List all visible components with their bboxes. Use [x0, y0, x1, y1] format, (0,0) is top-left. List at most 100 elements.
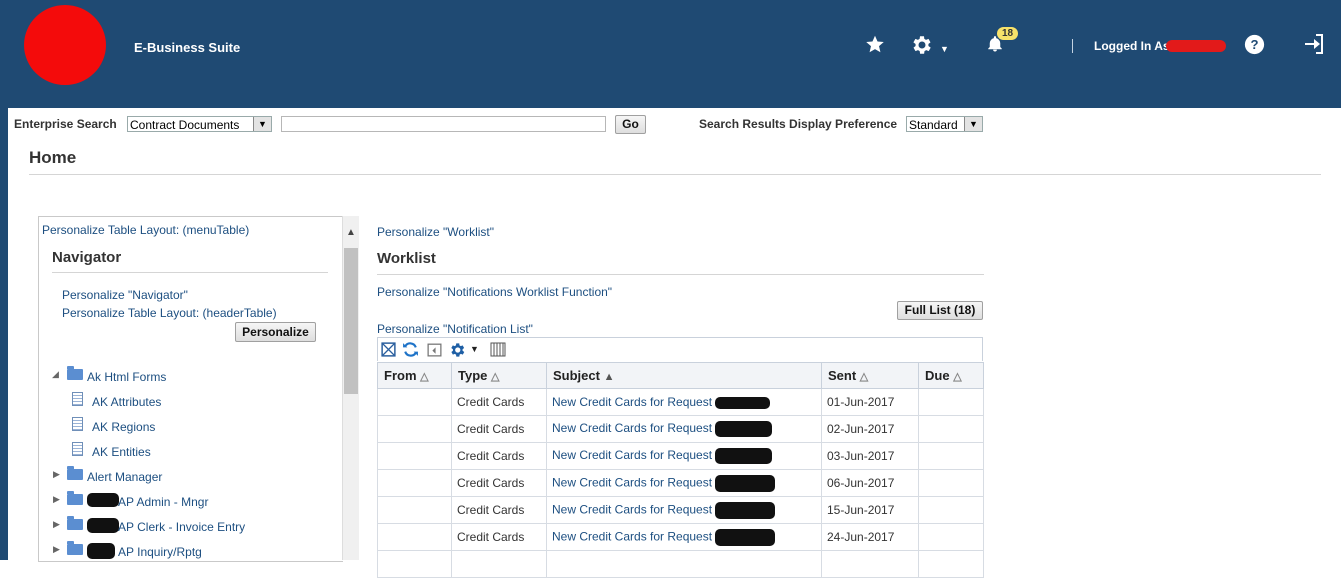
sort-unsorted-icon[interactable]: △: [420, 371, 428, 383]
function-document-icon: [72, 417, 83, 431]
tree-item-alert-manager[interactable]: ▶ Alert Manager: [39, 466, 339, 487]
tree-item-ap-clerk[interactable]: ▶ AP Clerk - Invoice Entry: [39, 516, 339, 537]
collapsed-triangle-icon[interactable]: ▶: [53, 494, 60, 505]
cell-due: [918, 550, 984, 578]
settings-chevron-down-icon[interactable]: ▼: [940, 44, 949, 54]
column-header-due[interactable]: Due △: [918, 362, 984, 389]
cell-type: Credit Cards: [451, 469, 547, 497]
reset-table-icon[interactable]: [426, 341, 443, 358]
tree-item-ak-html-forms[interactable]: ◢ Ak Html Forms: [39, 366, 339, 387]
table-settings-chevron-down-icon[interactable]: ▼: [470, 344, 479, 354]
tree-item-label[interactable]: Ak Html Forms: [87, 370, 166, 384]
column-label: Due: [925, 368, 950, 383]
sort-unsorted-icon[interactable]: △: [860, 371, 868, 383]
table-row[interactable]: Credit Cards New Credit Cards for Reques…: [377, 496, 984, 524]
personalize-navigator-link[interactable]: Personalize "Navigator": [62, 288, 188, 302]
personalize-headertable-link[interactable]: Personalize Table Layout: (headerTable): [62, 306, 277, 320]
column-header-from[interactable]: From △: [377, 362, 452, 389]
help-icon[interactable]: ?: [1244, 34, 1265, 55]
chevron-down-icon[interactable]: ▼: [253, 117, 271, 131]
folder-icon: [67, 466, 83, 480]
cell-subject[interactable]: New Credit Cards for Request: [546, 469, 822, 497]
column-header-type[interactable]: Type △: [451, 362, 547, 389]
folder-icon: [67, 366, 83, 380]
table-row[interactable]: Credit Cards New Credit Cards for Reques…: [377, 469, 984, 497]
sort-unsorted-icon[interactable]: △: [491, 371, 499, 383]
collapsed-triangle-icon[interactable]: ▶: [53, 469, 60, 480]
cell-sent: 03-Jun-2017: [821, 442, 919, 470]
expanded-triangle-icon[interactable]: ◢: [52, 369, 59, 380]
subject-link[interactable]: New Credit Cards for Request: [552, 529, 712, 543]
cell-type: Credit Cards: [451, 415, 547, 443]
tree-item-label[interactable]: AP Inquiry/Rptg: [118, 545, 202, 559]
table-row[interactable]: Credit Cards New Credit Cards for Reques…: [377, 523, 984, 551]
cell-sent: 15-Jun-2017: [821, 496, 919, 524]
search-category-select[interactable]: Contract Documents ▼: [127, 116, 272, 132]
navigator-scrollbar[interactable]: ▲: [342, 216, 359, 560]
column-label: Type: [458, 368, 488, 383]
subject-link[interactable]: New Credit Cards for Request: [552, 502, 712, 516]
tree-item-ap-inquiry[interactable]: ▶ AP Inquiry/Rptg: [39, 541, 339, 561]
cell-subject[interactable]: New Credit Cards for Request: [546, 442, 822, 470]
tree-item-label[interactable]: AP Admin - Mngr: [118, 495, 208, 509]
columns-icon[interactable]: [490, 342, 506, 357]
table-row[interactable]: Credit Cards New Credit Cards for Reques…: [377, 388, 984, 416]
tree-item-ak-regions[interactable]: AK Regions: [39, 417, 339, 437]
personalize-worklist-link[interactable]: Personalize "Worklist": [377, 225, 494, 239]
tree-item-label[interactable]: AK Entities: [92, 445, 151, 459]
subject-link[interactable]: New Credit Cards for Request: [552, 448, 712, 462]
collapsed-triangle-icon[interactable]: ▶: [53, 519, 60, 530]
worklist-table: From △ Type △ Subject ▲ Sent △ Due △ Cre…: [377, 362, 984, 578]
cell-from: [377, 388, 452, 416]
collapsed-triangle-icon[interactable]: ▶: [53, 544, 60, 555]
global-header: E-Business Suite ▼ 18 Logged In As ?: [0, 0, 1341, 108]
sort-ascending-icon[interactable]: ▲: [604, 371, 615, 383]
personalize-notification-list-link[interactable]: Personalize "Notification List": [377, 322, 533, 336]
search-category-value: Contract Documents: [130, 118, 240, 132]
tree-item-label[interactable]: AP Clerk - Invoice Entry: [118, 520, 245, 534]
chevron-down-icon[interactable]: ▼: [964, 117, 982, 131]
cell-subject[interactable]: New Credit Cards for Request: [546, 415, 822, 443]
scrollbar-thumb[interactable]: [344, 248, 358, 394]
table-row[interactable]: Credit Cards New Credit Cards for Reques…: [377, 415, 984, 443]
sort-unsorted-icon[interactable]: △: [953, 371, 961, 383]
tree-item-ap-admin[interactable]: ▶ AP Admin - Mngr: [39, 491, 339, 512]
header-separator: [1072, 39, 1073, 53]
settings-gear-icon[interactable]: [909, 33, 933, 57]
scroll-up-icon[interactable]: ▲: [346, 227, 356, 238]
cell-type: Credit Cards: [451, 496, 547, 524]
tree-item-ak-entities[interactable]: AK Entities: [39, 442, 339, 462]
tree-item-label[interactable]: Alert Manager: [87, 470, 162, 484]
tree-item-label[interactable]: AK Attributes: [92, 395, 161, 409]
subject-link[interactable]: New Credit Cards for Request: [552, 421, 712, 435]
column-header-sent[interactable]: Sent △: [821, 362, 919, 389]
cell-due: [918, 388, 984, 416]
tree-item-label[interactable]: AK Regions: [92, 420, 155, 434]
subject-link[interactable]: New Credit Cards for Request: [552, 395, 712, 409]
table-row[interactable]: [377, 550, 984, 578]
cell-subject[interactable]: New Credit Cards for Request: [546, 388, 822, 416]
refresh-icon[interactable]: [402, 341, 419, 358]
cell-subject[interactable]: New Credit Cards for Request: [546, 496, 822, 524]
logged-in-label: Logged In As: [1094, 39, 1170, 53]
notification-count-badge[interactable]: 18: [997, 27, 1019, 40]
subject-link[interactable]: New Credit Cards for Request: [552, 475, 712, 489]
favorites-star-icon[interactable]: [864, 34, 886, 55]
table-row[interactable]: Credit Cards New Credit Cards for Reques…: [377, 442, 984, 470]
go-button[interactable]: Go: [615, 115, 646, 134]
column-header-subject[interactable]: Subject ▲: [546, 362, 822, 389]
cell-subject[interactable]: New Credit Cards for Request: [546, 523, 822, 551]
redacted-prefix: [87, 518, 119, 533]
logout-icon[interactable]: [1302, 32, 1326, 56]
cell-from: [377, 550, 452, 578]
search-input[interactable]: [281, 116, 606, 132]
table-header-row: From △ Type △ Subject ▲ Sent △ Due △: [377, 362, 984, 389]
personalize-worklist-function-link[interactable]: Personalize "Notifications Worklist Func…: [377, 285, 612, 299]
tree-item-ak-attributes[interactable]: AK Attributes: [39, 392, 339, 412]
detach-table-icon[interactable]: [380, 341, 397, 358]
table-settings-gear-icon[interactable]: [448, 341, 466, 359]
full-list-button[interactable]: Full List (18): [897, 301, 983, 320]
personalize-menutable-link[interactable]: Personalize Table Layout: (menuTable): [42, 223, 249, 237]
display-preference-select[interactable]: Standard ▼: [906, 116, 983, 132]
personalize-button[interactable]: Personalize: [235, 322, 316, 342]
